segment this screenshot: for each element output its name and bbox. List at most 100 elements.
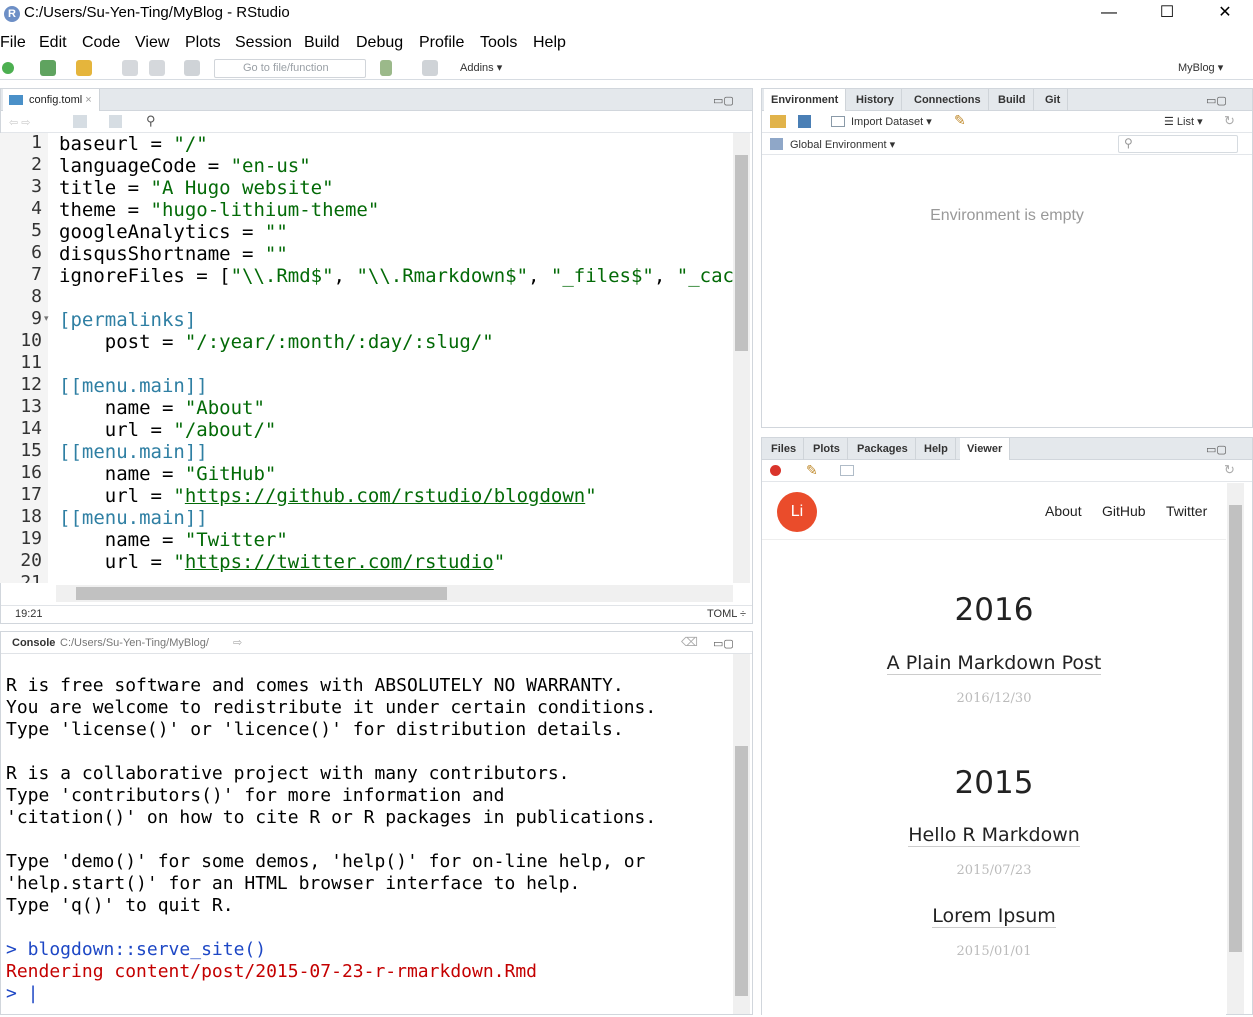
global-environment-dropdown[interactable]: Global Environment ▾ [790, 138, 895, 151]
tab-help[interactable]: Help [917, 438, 956, 460]
code-line[interactable]: name = "GitHub" [59, 463, 277, 485]
menu-view[interactable]: View [135, 34, 169, 52]
site-logo[interactable]: Li [777, 492, 817, 532]
post-link[interactable]: A Plain Markdown Post [762, 652, 1226, 675]
editor-horizontal-scrollbar[interactable] [56, 585, 733, 602]
code-line[interactable]: post = "/:year/:month/:day/:slug/" [59, 331, 494, 353]
menu-tools[interactable]: Tools [480, 34, 517, 52]
console-title[interactable]: Console [12, 637, 55, 649]
post-title[interactable]: Lorem Ipsum [932, 905, 1056, 928]
broom-icon[interactable]: ✎ [954, 112, 966, 129]
close-tab-icon[interactable]: × [85, 94, 91, 106]
console-scrollbar[interactable] [733, 654, 750, 1014]
code-line[interactable]: disqusShortname = "" [59, 243, 288, 265]
maximize-button[interactable]: ☐ [1138, 0, 1196, 28]
goto-file-input[interactable]: Go to file/function [214, 59, 366, 78]
version-control-icon[interactable] [380, 60, 392, 76]
open-file-icon[interactable] [76, 60, 92, 76]
refresh-icon[interactable]: ↻ [1224, 113, 1235, 129]
save-icon[interactable] [122, 60, 138, 76]
code-line[interactable]: [[menu.main]] [59, 507, 208, 529]
code-line[interactable]: baseurl = "/" [59, 133, 208, 155]
tab-plots[interactable]: Plots [806, 438, 848, 460]
menu-session[interactable]: Session [235, 34, 292, 52]
save-all-icon[interactable] [149, 60, 165, 76]
viewer-minmax-icon[interactable]: ▭▢ [1206, 443, 1227, 456]
tab-packages[interactable]: Packages [850, 438, 916, 460]
tab-build[interactable]: Build [991, 89, 1034, 111]
back-forward-icon[interactable]: ⇦ ⇨ [9, 116, 31, 129]
post-link[interactable]: Lorem Ipsum [762, 905, 1226, 928]
code-line[interactable]: theme = "hugo-lithium-theme" [59, 199, 379, 221]
load-workspace-icon[interactable] [770, 115, 786, 128]
save-workspace-icon[interactable] [798, 115, 811, 128]
close-button[interactable]: ✕ [1196, 0, 1253, 28]
console-scroll-thumb[interactable] [735, 746, 748, 996]
console-text-area[interactable]: R is free software and comes with ABSOLU… [0, 675, 733, 1015]
file-type-selector[interactable]: TOML ÷ [707, 608, 746, 620]
menu-code[interactable]: Code [82, 34, 120, 52]
fold-toggle-icon[interactable]: ▾ [44, 313, 49, 324]
code-line[interactable]: name = "About" [59, 397, 265, 419]
tab-viewer[interactable]: Viewer [960, 438, 1011, 461]
show-in-new-window-icon[interactable] [840, 465, 854, 476]
code-line[interactable]: url = "/about/" [59, 419, 277, 441]
tab-environment[interactable]: Environment [764, 89, 847, 112]
code-line[interactable]: url = "https://github.com/rstudio/blogdo… [59, 485, 597, 507]
post-link[interactable]: Hello R Markdown [762, 824, 1226, 847]
new-file-icon[interactable] [2, 62, 14, 74]
goto-dir-icon[interactable]: ⇨ [233, 636, 242, 649]
addins-button[interactable]: Addins ▾ [460, 61, 502, 74]
show-in-window-icon[interactable] [73, 115, 87, 128]
clear-console-icon[interactable]: ⌫ [681, 635, 698, 649]
post-title[interactable]: Hello R Markdown [908, 824, 1080, 847]
project-menu[interactable]: MyBlog ▾ [1178, 61, 1223, 74]
editor-hscroll-thumb[interactable] [76, 587, 447, 600]
code-line[interactable]: title = "A Hugo website" [59, 177, 334, 199]
viewer-scrollbar[interactable] [1227, 483, 1244, 1014]
code-line[interactable]: googleAnalytics = "" [59, 221, 288, 243]
import-dataset-button[interactable]: Import Dataset ▾ [851, 115, 932, 128]
code-line[interactable]: ignoreFiles = ["\\.Rmd$", "\\.Rmarkdown$… [59, 265, 733, 287]
menu-debug[interactable]: Debug [356, 34, 403, 52]
menu-file[interactable]: File [0, 34, 26, 52]
post-title[interactable]: A Plain Markdown Post [886, 652, 1102, 675]
code-line[interactable]: [permalinks] [59, 309, 196, 331]
menu-edit[interactable]: Edit [39, 34, 67, 52]
code-line[interactable]: languageCode = "en-us" [59, 155, 311, 177]
menu-help[interactable]: Help [533, 34, 566, 52]
minimize-button[interactable]: — [1080, 0, 1138, 28]
editor-vertical-scrollbar[interactable] [733, 133, 750, 583]
print-icon[interactable] [184, 60, 200, 76]
console-prompt[interactable]: > | [6, 983, 39, 1005]
tab-connections[interactable]: Connections [907, 89, 989, 111]
menu-build[interactable]: Build [304, 34, 340, 52]
tab-git[interactable]: Git [1038, 89, 1069, 111]
pane-layout-icon[interactable] [422, 60, 438, 76]
editor-viewport[interactable]: 1 baseurl = "/" 2 languageCode = "en-us" 3 ti… [0, 133, 733, 583]
clear-viewer-icon[interactable]: ✎ [806, 462, 818, 479]
tab-files[interactable]: Files [764, 438, 805, 460]
env-search-input[interactable]: ⚲ [1118, 135, 1238, 153]
menu-profile[interactable]: Profile [419, 34, 464, 52]
tab-history[interactable]: History [849, 89, 902, 111]
code-line[interactable]: [[menu.main]] [59, 375, 208, 397]
stop-viewer-icon[interactable] [770, 465, 781, 476]
console-minmax-icon[interactable]: ▭▢ [713, 637, 734, 650]
list-view-button[interactable]: ☰ List ▾ [1164, 115, 1203, 128]
save-file-icon[interactable] [109, 115, 122, 128]
menu-plots[interactable]: Plots [185, 34, 221, 52]
minimize-pane-icon[interactable]: ▭▢ [713, 94, 734, 107]
code-line[interactable]: [[menu.main]] [59, 441, 208, 463]
editor-scroll-thumb[interactable] [735, 155, 748, 351]
search-icon[interactable]: ⚲ [146, 113, 156, 129]
new-project-icon[interactable] [40, 60, 56, 76]
nav-github-link[interactable]: GitHub [1102, 503, 1146, 519]
code-line[interactable]: name = "Twitter" [59, 529, 288, 551]
env-minmax-icon[interactable]: ▭▢ [1206, 94, 1227, 107]
nav-about-link[interactable]: About [1045, 503, 1082, 519]
code-line[interactable]: url = "https://twitter.com/rstudio" [59, 551, 505, 573]
nav-twitter-link[interactable]: Twitter [1166, 503, 1207, 519]
viewer-refresh-icon[interactable]: ↻ [1224, 462, 1235, 478]
viewer-scroll-thumb[interactable] [1229, 505, 1242, 952]
